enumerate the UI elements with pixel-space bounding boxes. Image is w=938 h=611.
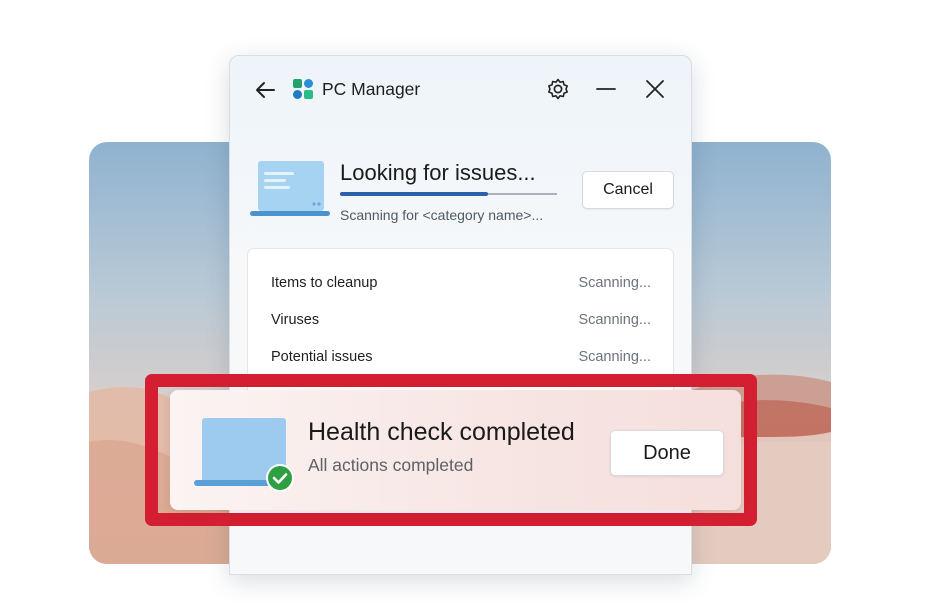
result-row-potential-issues: Potential issues Scanning...	[248, 345, 673, 369]
result-status: Scanning...	[578, 349, 651, 365]
scan-progress-bar	[340, 192, 557, 196]
title-bar: PC Manager	[230, 56, 691, 122]
app-title: PC Manager	[322, 79, 421, 99]
toast-title: Health check completed	[308, 418, 575, 446]
scan-subtitle: Scanning for <category name>...	[340, 207, 544, 223]
result-row-items-to-cleanup: Items to cleanup Scanning...	[248, 271, 673, 295]
screenshot-stage: PC Manager Looking for issues... Scannin…	[0, 0, 938, 611]
laptop-icon	[250, 160, 330, 220]
laptop-checkmark-icon	[194, 416, 298, 496]
done-button[interactable]: Done	[610, 430, 724, 476]
minimize-icon[interactable]	[593, 76, 619, 102]
result-status: Scanning...	[578, 312, 651, 328]
scan-title: Looking for issues...	[340, 160, 536, 185]
pc-manager-logo-icon	[292, 78, 314, 100]
gear-icon[interactable]	[545, 76, 571, 102]
result-label: Items to cleanup	[271, 275, 378, 291]
result-label: Potential issues	[271, 349, 373, 365]
scan-progress-fill	[340, 192, 488, 196]
result-status: Scanning...	[578, 275, 651, 291]
result-row-viruses: Viruses Scanning...	[248, 308, 673, 332]
result-label: Viruses	[271, 312, 320, 328]
close-icon[interactable]	[642, 76, 668, 102]
health-check-toast: Health check completed All actions compl…	[170, 390, 741, 510]
cancel-button[interactable]: Cancel	[582, 171, 674, 209]
toast-subtitle: All actions completed	[308, 455, 474, 475]
arrow-left-icon[interactable]	[252, 76, 280, 104]
